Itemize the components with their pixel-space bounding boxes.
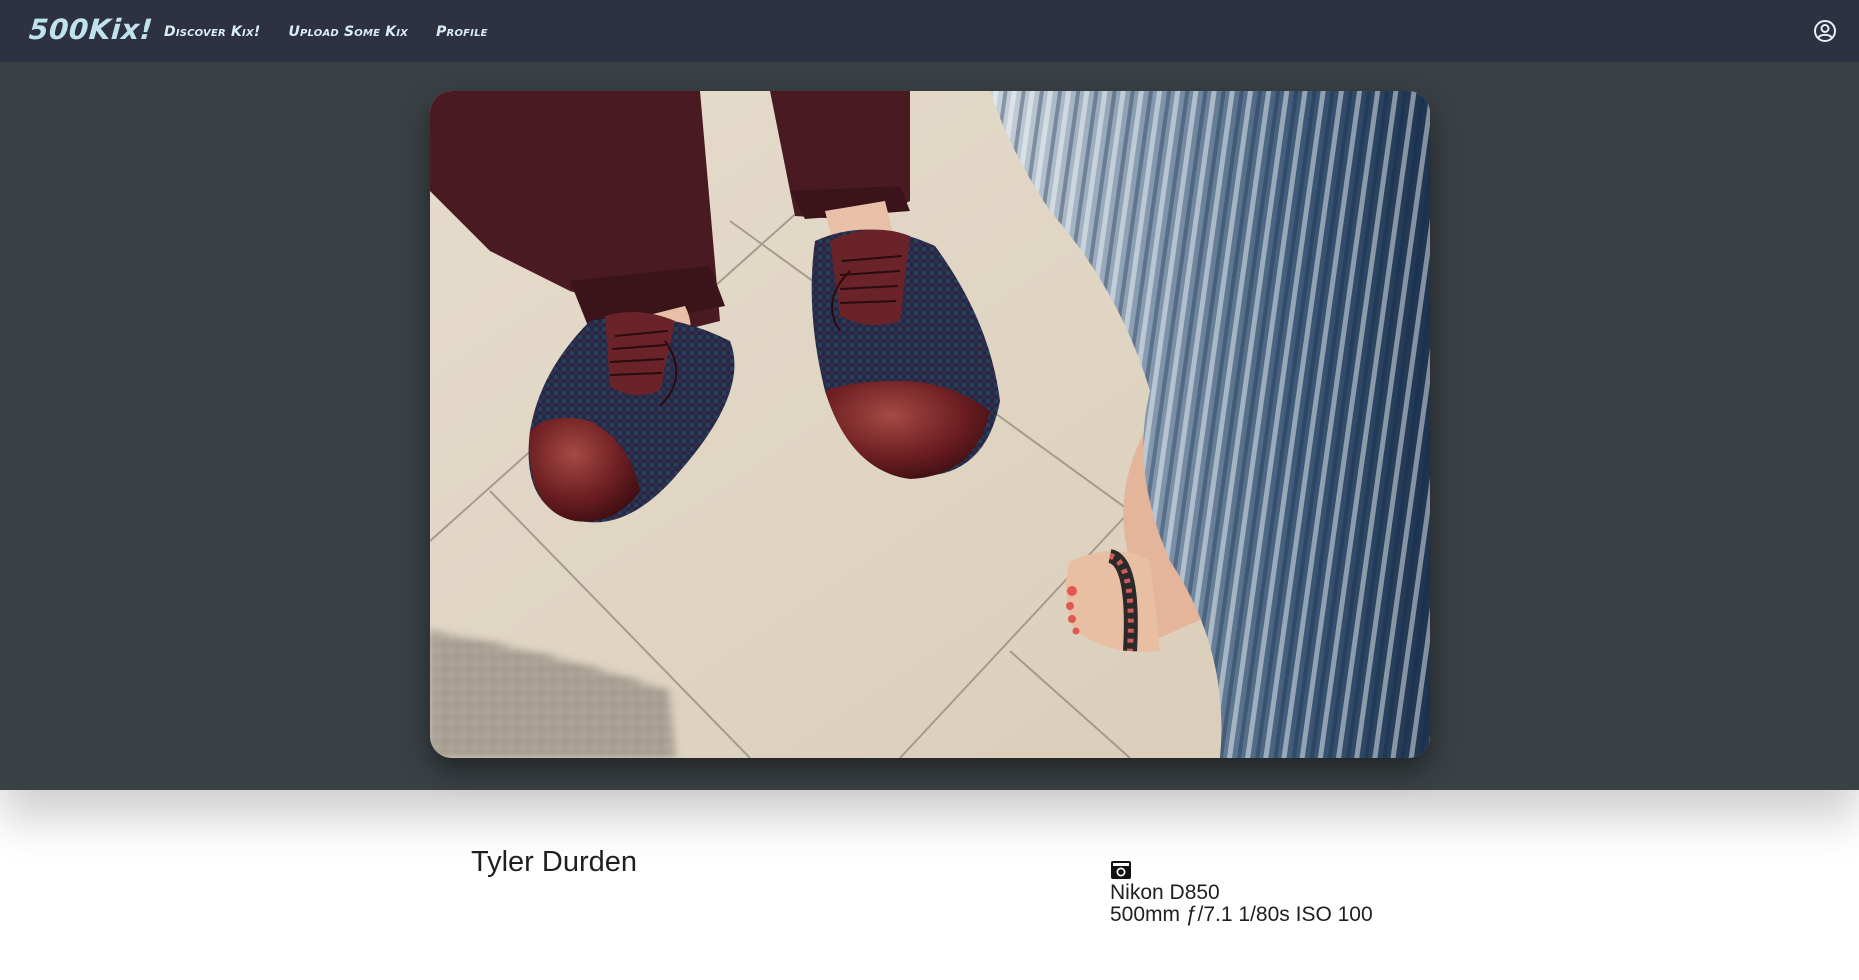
nav-link-upload[interactable]: Upload Some Kix [288,24,408,40]
user-circle-icon[interactable] [1813,19,1837,43]
nav-links: Discover Kix! Upload Some Kix Profile [164,24,516,40]
photographer-name[interactable]: Tyler Durden [471,846,637,879]
brand-logo[interactable]: 500Kix! [28,13,154,46]
nav-link-discover[interactable]: Discover Kix! [164,24,260,40]
photo-info: Tyler Durden Nikon D850 500mm ƒ/7.1 1/80… [0,790,1859,980]
top-navbar: 500Kix! Discover Kix! Upload Some Kix Pr… [0,0,1859,62]
hero-section [0,62,1859,790]
nav-link-profile[interactable]: Profile [436,24,488,40]
camera-icon [1110,860,1373,880]
camera-settings: 500mm ƒ/7.1 1/80s ISO 100 [1110,903,1373,926]
shoes-photo[interactable] [430,91,1430,758]
exif-details: Nikon D850 500mm ƒ/7.1 1/80s ISO 100 [1110,860,1373,926]
camera-model: Nikon D850 [1110,881,1220,904]
